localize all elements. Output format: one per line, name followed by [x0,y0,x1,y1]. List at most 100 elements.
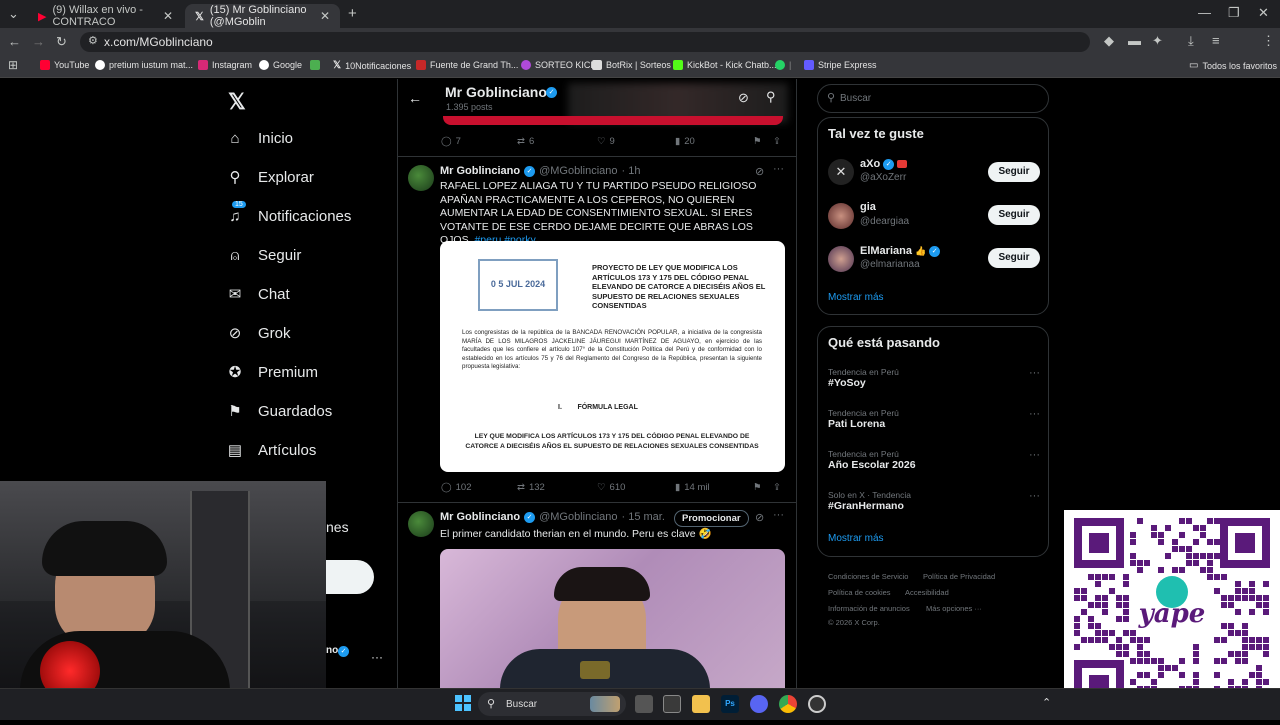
trend-item[interactable]: Solo en X · Tendencia #GranHermano ··· [828,490,1040,512]
author-handle[interactable]: @MGoblinciano [539,165,617,177]
address-bar[interactable]: ⚙ x.com/MGoblinciano [80,32,1090,52]
maximize-icon[interactable]: ❐ [1228,5,1240,21]
more-icon[interactable]: ··· [1029,408,1040,420]
tab-willax[interactable]: ▶ (9) Willax en vivo - CONTRACO ✕ [28,4,183,28]
user-name[interactable]: aXo [860,158,880,170]
follow-button[interactable]: Seguir [988,205,1040,225]
tab-search-icon[interactable]: ⌄ [8,6,19,22]
tab-goblinciano[interactable]: 𝕏 (15) Mr Goblinciano (@MGoblin ✕ [185,4,340,28]
taskbar-search[interactable]: ⚲ Buscar [478,692,626,716]
forward-icon[interactable]: → [32,34,45,49]
follow-button[interactable]: Seguir [988,248,1040,268]
avatar[interactable] [408,511,434,537]
tweet-video[interactable] [440,549,785,688]
bookmark-botrix[interactable]: BotRix | Sorteos [592,60,671,70]
show-more-link[interactable]: Mostrar más [828,292,884,303]
bookmark-kickbot[interactable]: KickBot - Kick Chatb... [673,60,777,70]
more-icon[interactable]: ··· [773,509,784,521]
nav-chat[interactable]: ✉ Chat [226,283,290,305]
more-icon[interactable]: ··· [1029,367,1040,379]
reply-button[interactable]: ◯ 7 [441,136,461,147]
bookmark-instagram[interactable]: Instagram [198,60,252,70]
nav-grok[interactable]: ⊘ Grok [226,322,291,344]
repost-button[interactable]: ⇄ 6 [517,136,534,147]
reply-button[interactable]: ◯ 102 [441,482,472,493]
footer-link[interactable]: Política de Privacidad [923,572,995,581]
minimize-icon[interactable]: — [1198,5,1211,20]
nav-articles[interactable]: ▤ Artículos [226,439,316,461]
bookmark-icon[interactable]: ⚑ [753,482,762,493]
avatar[interactable] [828,203,854,229]
bookmark-pretium[interactable]: pretium iustum mat... [95,60,193,70]
close-window-icon[interactable]: ✕ [1258,5,1269,21]
avatar[interactable] [828,246,854,272]
views-button[interactable]: ▮ 14 mil [675,482,710,493]
search-icon[interactable]: ⚲ [766,89,776,105]
grok-icon[interactable]: ⊘ [738,90,749,106]
media-icon[interactable]: ≡ [1212,33,1220,48]
app-icon[interactable] [808,695,826,713]
follow-button[interactable]: Seguir [988,162,1040,182]
show-more-link[interactable]: Mostrar más [828,533,884,544]
new-tab-button[interactable]: + [348,5,357,22]
repost-button[interactable]: ⇄ 132 [517,482,545,493]
avatar[interactable]: ✕ [828,159,854,185]
bookmark-10notificaciones[interactable]: 𝕏 10Notificaciones [333,60,411,71]
grok-icon[interactable]: ⊘ [755,165,764,178]
views-button[interactable]: ▮ 20 [675,136,695,147]
extension-icon[interactable]: ◆ [1104,33,1114,49]
footer-link[interactable]: Accesibilidad [905,588,949,597]
footer-link[interactable]: Más opciones ··· [926,604,982,613]
bookmark-whatsapp[interactable]: | [775,60,791,70]
puzzle-icon[interactable]: ✦ [1152,33,1163,49]
start-icon[interactable] [455,695,471,711]
chevron-up-icon[interactable]: ⌃ [1042,696,1051,709]
download-icon[interactable]: ⤓ [1188,33,1194,49]
like-button[interactable]: ♡ 610 [597,482,625,493]
author-name[interactable]: Mr Goblinciano [440,511,520,523]
bookmark-sorteo-kick[interactable]: SORTEO KICK [521,60,596,70]
search-box[interactable]: ⚲ Buscar [817,84,1049,113]
photoshop-icon[interactable]: Ps [721,695,739,713]
bookmark-multicolor[interactable] [310,60,320,70]
nav-more-label[interactable]: nes [326,519,349,535]
chrome-icon[interactable] [779,695,797,713]
tweet-time[interactable]: · 1h [622,165,641,177]
footer-link[interactable]: Condiciones de Servicio [828,572,908,581]
all-bookmarks[interactable]: ▭ Todos los favoritos [1189,60,1277,71]
bookmark-stripe[interactable]: Stripe Express [804,60,877,70]
user-name[interactable]: gia [860,201,876,213]
extension-icon[interactable]: ▬ [1128,33,1141,48]
close-icon[interactable]: ✕ [320,9,330,23]
more-icon[interactable]: ··· [371,650,383,664]
nav-premium[interactable]: ✪ Premium [226,361,318,383]
bookmark-youtube[interactable]: YouTube [40,60,89,70]
task-view-icon[interactable] [635,695,653,713]
promote-button[interactable]: Promocionar [674,510,749,527]
more-icon[interactable]: ··· [773,163,784,175]
footer-link[interactable]: Información de anuncios [828,604,910,613]
like-button[interactable]: ♡ 9 [597,136,615,147]
grok-icon[interactable]: ⊘ [755,511,764,524]
more-icon[interactable]: ··· [1029,449,1040,461]
widget-icon[interactable] [663,695,681,713]
menu-icon[interactable]: ⋮ [1262,33,1275,49]
x-logo-icon[interactable]: 𝕏 [228,89,246,115]
discord-icon[interactable] [750,695,768,713]
site-info-icon[interactable]: ⚙ [88,34,98,47]
post-button[interactable] [326,560,374,594]
user-name[interactable]: ElMariana [860,245,912,257]
nav-bookmarks[interactable]: ⚑ Guardados [226,400,332,422]
nav-explore[interactable]: ⚲ Explorar [226,166,314,188]
back-icon[interactable]: ← [8,34,21,49]
bookmark-grand-theft[interactable]: Fuente de Grand Th... [416,60,518,70]
nav-home[interactable]: ⌂ Inicio [226,127,293,149]
tweet-image-document[interactable]: 0 5 JUL 2024 PROYECTO DE LEY QUE MODIFIC… [440,241,785,472]
back-arrow-icon[interactable]: ← [408,90,422,106]
share-icon[interactable]: ⇪ [773,482,781,493]
nav-follow[interactable]: ⍝ Seguir [226,244,301,266]
trend-item[interactable]: Tendencia en Perú #YoSoy ··· [828,367,1040,389]
footer-link[interactable]: Política de cookies [828,588,891,597]
reload-icon[interactable]: ↻ [56,34,67,50]
author-handle[interactable]: @MGoblinciano [539,511,617,523]
